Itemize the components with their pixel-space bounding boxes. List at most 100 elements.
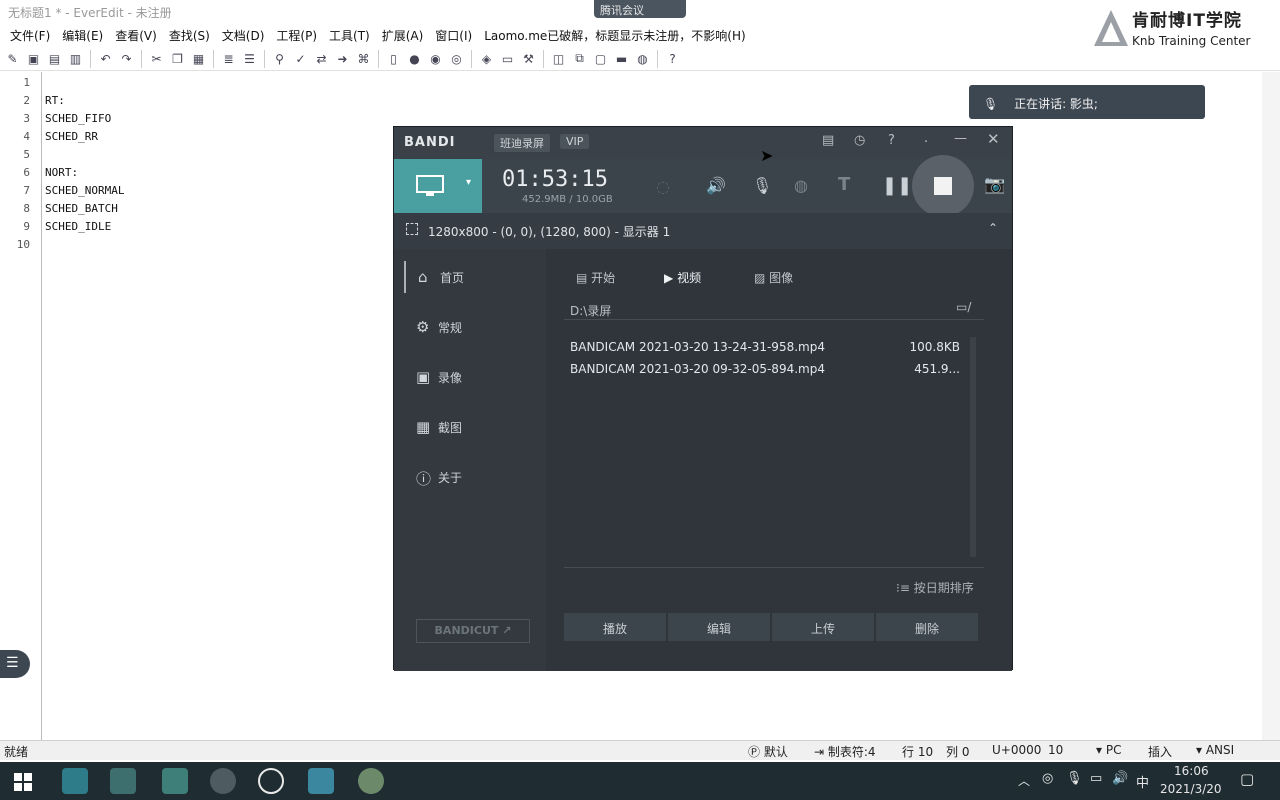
image-viewer-icon[interactable] <box>308 768 334 794</box>
edge-browser-icon[interactable] <box>62 768 88 794</box>
edit-button[interactable]: 编辑 <box>668 613 770 641</box>
nav-video[interactable]: ▣ 录像 <box>404 361 536 393</box>
menu-document[interactable]: 文档(D) <box>216 24 271 46</box>
nav-about[interactable]: ⓘ 关于 <box>404 461 536 493</box>
app-icon[interactable] <box>110 768 136 794</box>
menu-project[interactable]: 工程(P) <box>270 24 323 46</box>
help-icon[interactable]: ? <box>888 133 895 148</box>
play-button[interactable]: 播放 <box>564 613 666 641</box>
editor-taskbar-icon[interactable] <box>358 768 384 794</box>
cut-icon[interactable]: ✂ <box>148 50 165 67</box>
menu-edit[interactable]: 编辑(E) <box>56 24 109 46</box>
menu-tools[interactable]: 工具(T) <box>323 24 376 46</box>
fullscreen-icon[interactable]: ▬ <box>613 50 630 67</box>
paste-icon[interactable]: ▦ <box>190 50 207 67</box>
project-icon[interactable]: ◈ <box>478 50 495 67</box>
open-folder-icon[interactable]: ▭/ <box>956 300 971 314</box>
list-icon[interactable]: ☰ <box>241 50 258 67</box>
pause-icon[interactable]: ❚❚ <box>882 175 912 196</box>
status-eol[interactable]: ▾ PC <box>1096 743 1121 757</box>
windows-start-icon[interactable] <box>14 773 32 791</box>
status-insert[interactable]: 插入 <box>1148 743 1172 760</box>
copy-icon[interactable]: ❐ <box>169 50 186 67</box>
window-icon[interactable]: ▭ <box>499 50 516 67</box>
find-in-files-icon[interactable]: ✓ <box>292 50 309 67</box>
network-icon[interactable]: ▭ <box>1090 771 1102 786</box>
close-icon[interactable]: ✕ <box>987 130 1000 148</box>
region-select-icon[interactable] <box>406 223 418 235</box>
menu-window[interactable]: 窗口(I) <box>429 24 478 46</box>
status-tab[interactable]: ⇥ 制表符:4 <box>814 743 876 760</box>
menu-list-icon[interactable]: ☰ <box>0 650 30 678</box>
tray-chevron-icon[interactable]: ︿ <box>1018 772 1030 789</box>
tab-video[interactable]: ▶ 视频 <box>664 269 701 286</box>
ime-indicator[interactable]: 中 <box>1136 772 1149 791</box>
preview-icon[interactable]: ▢ <box>592 50 609 67</box>
replace-icon[interactable]: ⇄ <box>313 50 330 67</box>
macro-play-icon[interactable]: ◉ <box>427 50 444 67</box>
file-row[interactable]: BANDICAM 2021-03-20 09-32-05-894.mp4 451… <box>562 359 982 379</box>
menu-file[interactable]: 文件(F) <box>4 24 56 46</box>
text-overlay-icon[interactable]: T <box>838 174 850 195</box>
notification-icon[interactable]: ▢ <box>1240 770 1254 788</box>
meeting-badge[interactable]: 腾讯会议 <box>594 0 686 18</box>
goto-icon[interactable]: ➜ <box>334 50 351 67</box>
menu-help[interactable]: Laomo.me已破解，标题显示未注册，不影响(H) <box>478 24 751 46</box>
undo-icon[interactable]: ↶ <box>97 50 114 67</box>
folder-icon[interactable]: ▤ <box>822 133 834 148</box>
save-all-icon[interactable]: ▥ <box>67 50 84 67</box>
sort-button[interactable]: ⁝≡ 按日期排序 <box>896 579 974 596</box>
microphone-icon[interactable]: 🎙 <box>752 176 772 195</box>
vertical-scrollbar[interactable] <box>1262 72 1280 740</box>
nav-home[interactable]: ⌂ 首页 <box>404 261 536 293</box>
camera-icon[interactable]: 📷 <box>984 175 1005 195</box>
file-row[interactable]: BANDICAM 2021-03-20 13-24-31-958.mp4 100… <box>562 337 982 357</box>
chevron-up-icon[interactable]: ⌃ <box>988 221 998 235</box>
delete-button[interactable]: 删除 <box>876 613 978 641</box>
stop-button[interactable] <box>912 155 974 217</box>
clock-icon[interactable]: ◷ <box>854 133 865 148</box>
column-mode-icon[interactable]: ▯ <box>385 50 402 67</box>
menu-search[interactable]: 查找(S) <box>163 24 216 46</box>
minimize-icon[interactable]: — <box>954 131 967 146</box>
webcam-icon[interactable]: ◌ <box>656 177 670 196</box>
clock-time[interactable]: 16:06 <box>1174 764 1209 778</box>
tools-icon[interactable]: ⚒ <box>520 50 537 67</box>
help-icon[interactable]: ? <box>664 50 681 67</box>
status-encoding[interactable]: ▾ ANSI <box>1196 743 1234 757</box>
tab-start[interactable]: ▤ 开始 <box>576 269 615 286</box>
chevron-down-icon[interactable]: ▾ <box>466 177 471 188</box>
nav-screenshot[interactable]: ▦ 截图 <box>404 411 536 443</box>
macro-record-icon[interactable]: ● <box>406 50 423 67</box>
chat-app-icon[interactable] <box>210 768 236 794</box>
cursor-effect-icon[interactable]: ◍ <box>794 176 808 195</box>
minimize-tray-icon[interactable]: . <box>924 131 928 146</box>
format-icon[interactable]: ≣ <box>220 50 237 67</box>
bandicam-taskbar-icon[interactable] <box>258 768 284 794</box>
open-file-icon[interactable]: ▣ <box>25 50 42 67</box>
new-file-icon[interactable]: ✎ <box>4 50 21 67</box>
tray-app-icon[interactable]: ◎ <box>1042 771 1053 786</box>
file-list-scrollbar[interactable] <box>970 337 976 557</box>
menu-view[interactable]: 查看(V) <box>109 24 163 46</box>
compare-icon[interactable]: ⧉ <box>571 50 588 67</box>
tab-image[interactable]: ▨ 图像 <box>754 269 793 286</box>
meeting-app-icon[interactable] <box>162 768 188 794</box>
speaker-icon[interactable]: 🔊 <box>706 176 726 195</box>
browser-icon[interactable]: ◍ <box>634 50 651 67</box>
redo-icon[interactable]: ↷ <box>118 50 135 67</box>
menu-extensions[interactable]: 扩展(A) <box>376 24 430 46</box>
macro-settings-icon[interactable]: ◎ <box>448 50 465 67</box>
upload-button[interactable]: 上传 <box>772 613 874 641</box>
status-mode[interactable]: Ⓟ 默认 <box>748 743 788 760</box>
clock-date[interactable]: 2021/3/20 <box>1160 782 1222 796</box>
volume-icon[interactable]: 🔊 <box>1112 771 1128 786</box>
save-icon[interactable]: ▤ <box>46 50 63 67</box>
tray-mic-icon[interactable]: 🎙 <box>1066 771 1083 786</box>
find-icon[interactable]: ⚲ <box>271 50 288 67</box>
bandicut-button[interactable]: BANDICUT ↗ <box>416 619 530 643</box>
screen-mode-button[interactable]: ▾ <box>394 159 482 213</box>
vip-badge[interactable]: VIP <box>560 134 590 149</box>
bookmark-icon[interactable]: ⌘ <box>355 50 372 67</box>
split-view-icon[interactable]: ◫ <box>550 50 567 67</box>
